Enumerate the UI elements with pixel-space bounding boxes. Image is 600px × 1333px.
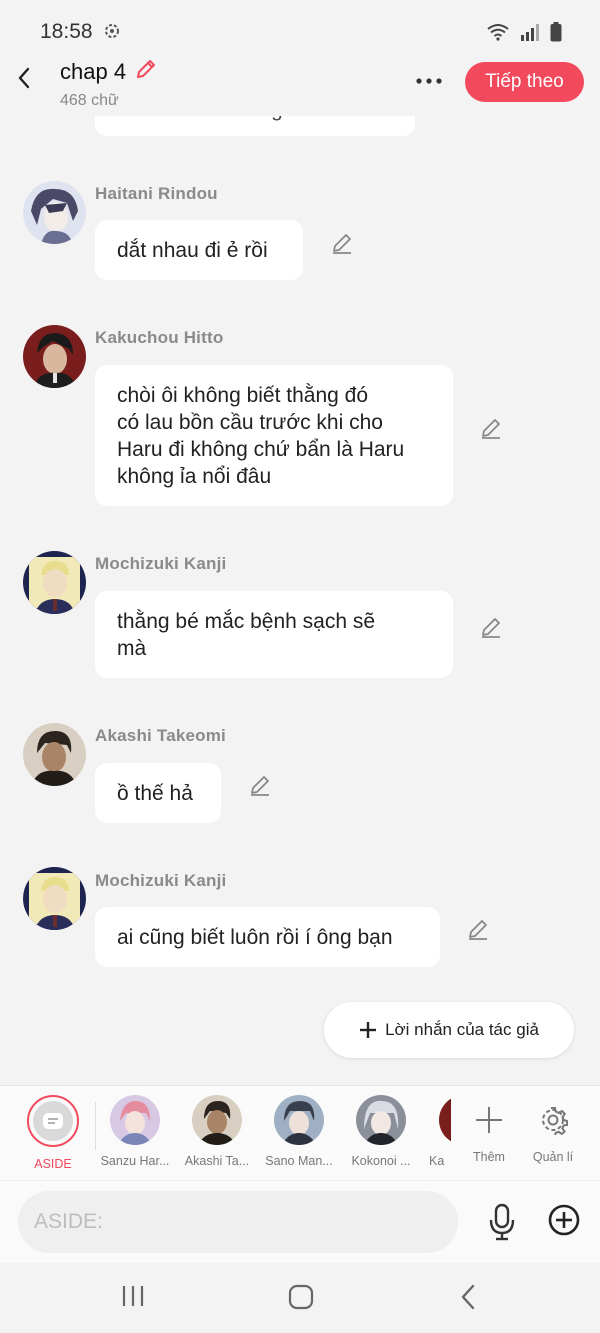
message-sender-name: Haitani Rindou [95,184,218,203]
next-button[interactable]: Tiếp theo [465,62,584,102]
plus-icon [360,1022,377,1038]
avatar[interactable] [23,551,86,614]
edit-message-icon[interactable] [466,917,490,941]
character-selector-bar: ASIDE Sanzu Har... Akashi Ta... Sano Man… [0,1085,600,1180]
author-note-label: Lời nhắn của tác giả [385,1020,539,1039]
system-navigation-bar [0,1263,600,1333]
edit-message-icon[interactable] [330,231,354,255]
manage-characters-button[interactable]: Quản lí [513,1095,593,1164]
message-sender-name: Mochizuki Kanji [95,871,227,890]
message-bubble[interactable]: thằng bé mắc bệnh sạch sẽ mà [95,591,453,678]
character-name: Akashi Ta... [184,1154,250,1168]
back-navigation-icon[interactable] [458,1283,480,1316]
chapter-title: chap 4 [60,59,127,84]
chat-area[interactable]: đái Haru và thằng Ran đâu Haitani Rindou… [0,0,600,1085]
character-item[interactable]: Akashi Ta... [177,1095,257,1168]
word-count: 468 chữ [60,92,119,109]
character-avatar [274,1095,324,1145]
add-icon [476,1107,502,1133]
message-input-bar: ASIDE: [0,1180,600,1263]
more-options-icon[interactable] [414,68,444,94]
message-bubble[interactable]: dắt nhau đi ẻ rồi [95,220,303,280]
message-bubble[interactable]: chòi ôi không biết thằng đó có lau bồn c… [95,365,453,506]
recent-apps-icon[interactable] [120,1283,146,1314]
message-sender-name: Kakuchou Hitto [95,328,224,347]
pencil-edit-icon[interactable] [134,57,158,87]
character-name: Kokonoi ... [351,1154,411,1168]
add-attachment-icon[interactable] [547,1203,581,1242]
home-icon[interactable] [287,1283,315,1316]
chapter-title-row[interactable]: chap 4 [60,57,158,87]
chat-bubble-icon [43,1113,63,1129]
character-name: Sanzu Har... [100,1154,170,1168]
edit-message-icon[interactable] [479,615,503,639]
avatar[interactable] [23,723,86,786]
character-name: Ka [429,1154,445,1168]
avatar[interactable] [23,181,86,244]
character-item[interactable]: Sanzu Har... [95,1095,175,1168]
top-app-bar: chap 4 468 chữ Tiếp theo [0,50,600,116]
title-group: chap 4 468 chữ [60,57,158,110]
character-avatar [356,1095,406,1145]
manage-label: Quản lí [532,1150,574,1164]
character-item[interactable]: Ka [423,1095,451,1168]
aside-label: ASIDE [34,1157,72,1171]
avatar[interactable] [23,867,86,930]
character-name: Sano Man... [265,1154,333,1168]
character-avatar [110,1095,160,1145]
character-item[interactable]: Sano Man... [259,1095,339,1168]
microphone-icon[interactable] [486,1203,518,1246]
message-sender-name: Akashi Takeomi [95,726,226,745]
character-aside[interactable]: ASIDE [13,1095,93,1171]
message-bubble[interactable]: ồ thế hả [95,763,221,823]
back-arrow-icon[interactable] [12,62,38,92]
message-bubble[interactable]: ai cũng biết luôn rồi í ông bạn [95,907,440,967]
edit-message-icon[interactable] [248,773,272,797]
message-input[interactable]: ASIDE: [18,1191,458,1253]
message-sender-name: Mochizuki Kanji [95,554,227,573]
avatar[interactable] [23,325,86,388]
character-item[interactable]: Kokonoi ... [341,1095,421,1168]
edit-message-icon[interactable] [479,416,503,440]
aside-avatar [27,1095,79,1147]
character-avatar [192,1095,242,1145]
gear-icon [542,1107,568,1135]
author-note-button[interactable]: Lời nhắn của tác giả [324,1002,574,1058]
